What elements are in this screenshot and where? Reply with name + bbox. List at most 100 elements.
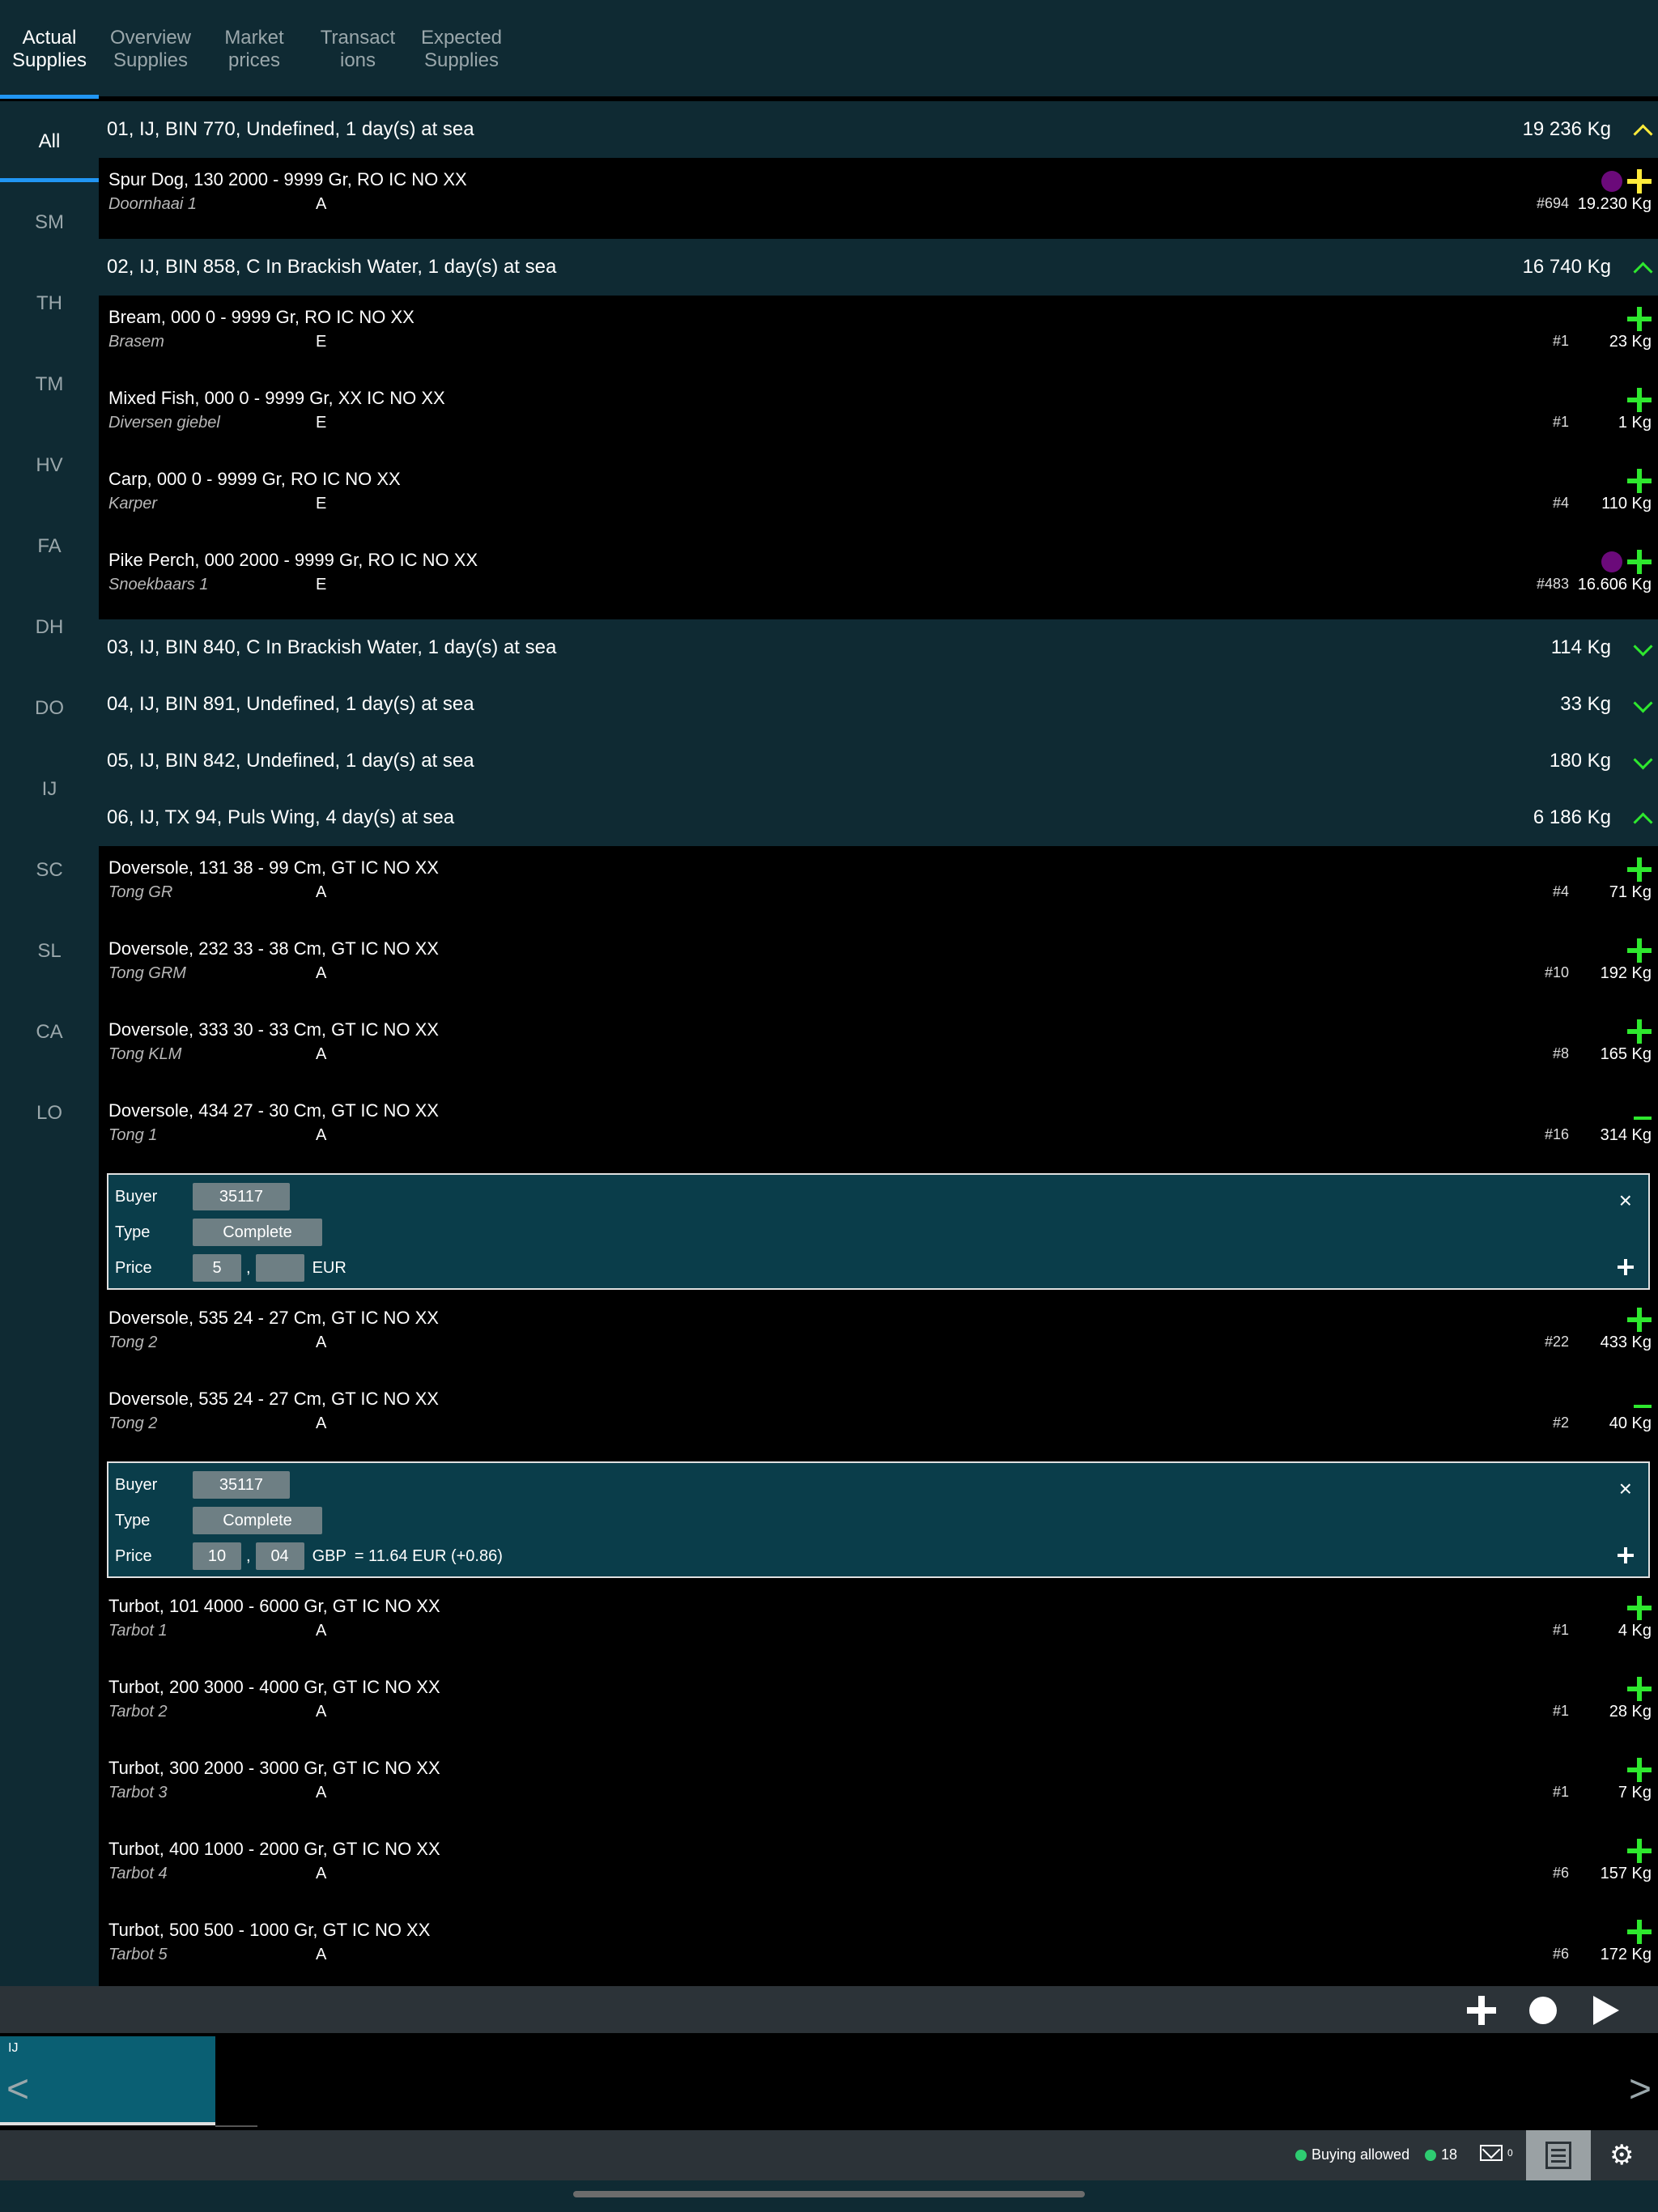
sidebar-item[interactable]: LO (0, 1073, 99, 1154)
list-item[interactable]: Doversole, 535 24 - 27 Cm, GT IC NO XX To… (99, 1377, 1658, 1458)
plus-icon[interactable] (1627, 1677, 1652, 1701)
plus-icon[interactable] (1627, 1839, 1652, 1863)
group-header[interactable]: 05, IJ, BIN 842, Undefined, 1 day(s) at … (99, 733, 1658, 789)
type-select[interactable]: Complete (193, 1507, 322, 1534)
add-icon[interactable] (1464, 1993, 1499, 2028)
sidebar-item[interactable]: FA (0, 506, 99, 587)
list-item[interactable]: Spur Dog, 130 2000 - 9999 Gr, RO IC NO X… (99, 158, 1658, 239)
sidebar-item[interactable]: TH (0, 263, 99, 344)
minus-icon[interactable] (1634, 1117, 1652, 1120)
plus-icon[interactable] (1627, 857, 1652, 882)
group-header[interactable]: 04, IJ, BIN 891, Undefined, 1 day(s) at … (99, 676, 1658, 733)
plus-icon[interactable] (1627, 1019, 1652, 1044)
plus-icon[interactable] (1627, 307, 1652, 331)
buyer-field[interactable]: 35117 (193, 1471, 290, 1499)
sidebar-item[interactable]: TM (0, 344, 99, 425)
price-int-field[interactable]: 5 (193, 1254, 241, 1282)
tab-label-line2: ions (339, 49, 376, 71)
top-tab[interactable]: Actual Supplies (0, 0, 99, 99)
plus-icon[interactable] (1627, 169, 1652, 194)
list-item[interactable]: Doversole, 333 30 - 33 Cm, GT IC NO XX To… (99, 1008, 1658, 1089)
play-icon[interactable] (1587, 1993, 1622, 2028)
document-button[interactable] (1526, 2130, 1591, 2180)
sidebar-item[interactable]: IJ (0, 749, 99, 830)
chevron-up-icon[interactable] (1634, 810, 1650, 826)
buyer-field[interactable]: 35117 (193, 1183, 290, 1210)
close-icon[interactable]: × (1619, 1188, 1632, 1214)
sidebar-item[interactable]: SC (0, 830, 99, 911)
type-select[interactable]: Complete (193, 1219, 322, 1246)
chevron-down-icon[interactable] (1634, 696, 1650, 713)
price-dec-field[interactable] (255, 1254, 304, 1282)
add-bid-icon[interactable] (1618, 1547, 1634, 1563)
close-icon[interactable]: × (1619, 1476, 1632, 1502)
sidebar-item[interactable]: All (0, 101, 99, 182)
group-title: 04, IJ, BIN 891, Undefined, 1 day(s) at … (107, 693, 474, 715)
chevron-up-icon[interactable] (1634, 259, 1650, 275)
price-dec-field[interactable]: 04 (255, 1542, 304, 1570)
list-item[interactable]: Turbot, 300 2000 - 3000 Gr, GT IC NO XX T… (99, 1746, 1658, 1827)
item-title: Carp, 000 0 - 9999 Gr, RO IC NO XX (108, 469, 401, 489)
chevron-up-icon[interactable] (1634, 121, 1650, 138)
sidebar-item[interactable]: CA (0, 992, 99, 1073)
minus-icon[interactable] (1634, 1405, 1652, 1408)
price-int-field[interactable]: 10 (193, 1542, 241, 1570)
tab-label-line2: prices (227, 49, 281, 71)
item-title: Doversole, 131 38 - 99 Cm, GT IC NO XX (108, 857, 439, 878)
item-weight: 7 Kg (1618, 1784, 1652, 1802)
list-item[interactable]: Doversole, 434 27 - 30 Cm, GT IC NO XX To… (99, 1089, 1658, 1170)
add-bid-icon[interactable] (1618, 1259, 1634, 1275)
sidebar-item[interactable]: DH (0, 587, 99, 668)
list-item[interactable]: Doversole, 535 24 - 27 Cm, GT IC NO XX To… (99, 1296, 1658, 1377)
group-header[interactable]: 01, IJ, BIN 770, Undefined, 1 day(s) at … (99, 101, 1658, 158)
list-item[interactable]: Turbot, 101 4000 - 6000 Gr, GT IC NO XX T… (99, 1585, 1658, 1665)
group-total: 33 Kg (1560, 693, 1611, 715)
item-lot: #483 (1536, 576, 1569, 592)
sidebar-item[interactable]: HV (0, 425, 99, 506)
supply-list[interactable]: 01, IJ, BIN 770, Undefined, 1 day(s) at … (99, 101, 1658, 1986)
plus-icon[interactable] (1627, 1308, 1652, 1332)
group-header[interactable]: 02, IJ, BIN 858, C In Brackish Water, 1 … (99, 239, 1658, 296)
gear-icon[interactable] (1609, 2142, 1637, 2169)
top-tab[interactable]: Overview Supplies (99, 0, 202, 99)
group-header[interactable]: 06, IJ, TX 94, Puls Wing, 4 day(s) at se… (99, 789, 1658, 846)
chevron-down-icon[interactable] (1634, 753, 1650, 769)
plus-icon[interactable] (1627, 938, 1652, 963)
item-lot: #4 (1552, 883, 1569, 900)
sidebar-item[interactable]: SL (0, 911, 99, 992)
strip-next-button[interactable]: > (1629, 2070, 1652, 2109)
list-item[interactable]: Turbot, 200 3000 - 4000 Gr, GT IC NO XX T… (99, 1665, 1658, 1746)
plus-icon[interactable] (1627, 388, 1652, 412)
sidebar-item[interactable]: SM (0, 182, 99, 263)
plus-icon[interactable] (1627, 469, 1652, 493)
list-item[interactable]: Turbot, 400 1000 - 2000 Gr, GT IC NO XX T… (99, 1827, 1658, 1908)
item-weight: 314 Kg (1600, 1126, 1652, 1144)
list-item[interactable]: Bream, 000 0 - 9999 Gr, RO IC NO XX Brase… (99, 296, 1658, 376)
sidebar-item[interactable]: DO (0, 668, 99, 749)
chevron-down-icon[interactable] (1634, 640, 1650, 656)
top-tab[interactable]: Expected Supplies (410, 0, 513, 99)
home-indicator[interactable] (573, 2191, 1085, 2197)
status-dot-icon (1601, 551, 1622, 572)
auction-strip: IJ < > (0, 2033, 1658, 2130)
list-item[interactable]: Doversole, 232 33 - 38 Cm, GT IC NO XX To… (99, 927, 1658, 1008)
record-icon[interactable] (1525, 1993, 1561, 2028)
top-tab[interactable]: Transact ions (306, 0, 410, 99)
mail-icon[interactable] (1480, 2145, 1503, 2161)
plus-icon[interactable] (1627, 1596, 1652, 1620)
top-tab[interactable]: Market prices (202, 0, 306, 99)
auction-tile[interactable]: IJ (0, 2036, 215, 2125)
plus-icon[interactable] (1627, 1758, 1652, 1782)
tab-label-line1: Transact (320, 27, 396, 49)
plus-icon[interactable] (1627, 550, 1652, 574)
list-item[interactable]: Pike Perch, 000 2000 - 9999 Gr, RO IC NO… (99, 538, 1658, 619)
messages[interactable]: 0 (1480, 2145, 1513, 2161)
group-header[interactable]: 03, IJ, BIN 840, C In Brackish Water, 1 … (99, 619, 1658, 676)
strip-prev-button[interactable]: < (6, 2070, 29, 2109)
plus-icon[interactable] (1627, 1920, 1652, 1944)
top-tab-bar: Actual Supplies Overview Supplies Market pric… (0, 0, 1658, 99)
list-item[interactable]: Turbot, 500 500 - 1000 Gr, GT IC NO XX Ta… (99, 1908, 1658, 1986)
list-item[interactable]: Carp, 000 0 - 9999 Gr, RO IC NO XX Karper… (99, 457, 1658, 538)
list-item[interactable]: Doversole, 131 38 - 99 Cm, GT IC NO XX To… (99, 846, 1658, 927)
list-item[interactable]: Mixed Fish, 000 0 - 9999 Gr, XX IC NO XX… (99, 376, 1658, 457)
